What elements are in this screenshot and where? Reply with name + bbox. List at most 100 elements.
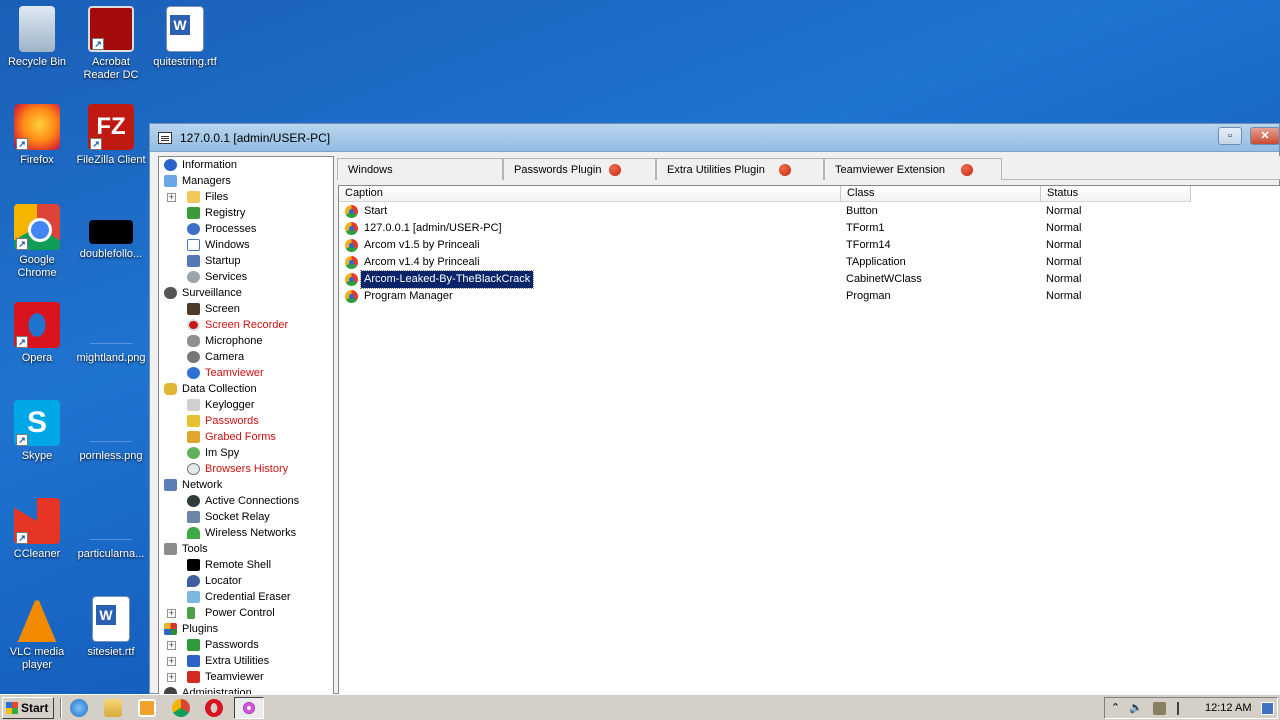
column-header-class[interactable]: Class <box>841 186 1041 202</box>
terminal-icon <box>187 559 200 571</box>
table-row[interactable]: Arcom v1.4 by Princeali TApplication Nor… <box>339 254 1280 271</box>
desktop-icon-firefox[interactable]: ↗ Firefox <box>0 104 74 167</box>
tree-item-network[interactable]: Network <box>159 477 333 493</box>
ccleaner-icon: ↗ <box>14 498 60 544</box>
window-menu-icon[interactable] <box>158 132 172 144</box>
table-row[interactable]: Program Manager Progman Normal <box>339 288 1280 305</box>
clock[interactable]: 12:12 AM <box>1205 702 1251 714</box>
expand-icon[interactable]: + <box>167 193 176 202</box>
tree-item-plugin-teamviewer[interactable]: + Teamviewer <box>159 669 333 685</box>
desktop-icon-pornless[interactable]: pornless.png <box>74 400 148 463</box>
desktop-icon-chrome[interactable]: ↗ Google Chrome <box>0 204 74 280</box>
tree-item-keylogger[interactable]: Keylogger <box>159 397 333 413</box>
tab-extra-utilities-plugin[interactable]: Extra Utilities Plugin <box>656 158 824 180</box>
tree-item-screen[interactable]: Screen <box>159 301 333 317</box>
tree-item-plugin-passwords[interactable]: + Passwords <box>159 637 333 653</box>
desktop-icon-doublefollo[interactable]: doublefollo... <box>74 204 148 261</box>
tree-item-im-spy[interactable]: Im Spy <box>159 445 333 461</box>
tab-windows[interactable]: Windows <box>337 158 503 180</box>
window-app-icon <box>345 222 358 235</box>
tree-item-registry[interactable]: Registry <box>159 205 333 221</box>
tree-item-grabed-forms[interactable]: Grabed Forms <box>159 429 333 445</box>
media-player-icon[interactable] <box>138 699 156 717</box>
tree-item-locator[interactable]: Locator <box>159 573 333 589</box>
desktop-icon-skype[interactable]: ↗ Skype <box>0 400 74 463</box>
expand-icon[interactable]: + <box>167 673 176 682</box>
green-plugin-icon <box>187 639 200 651</box>
locator-icon <box>187 575 200 587</box>
start-button[interactable]: Start <box>2 697 54 719</box>
processes-icon <box>187 223 200 235</box>
tree-item-microphone[interactable]: Microphone <box>159 333 333 349</box>
tree-item-plugins[interactable]: Plugins <box>159 621 333 637</box>
database-icon <box>164 383 177 395</box>
tree-item-surveillance[interactable]: Surveillance <box>159 285 333 301</box>
chrome-taskbar-icon[interactable] <box>172 699 190 717</box>
desktop-icon-vlc[interactable]: VLC media player <box>0 596 74 672</box>
desktop-icon-particularna[interactable]: particularna... <box>74 498 148 561</box>
tree-item-power-control[interactable]: + Power Control <box>159 605 333 621</box>
desktop-icon-sitesiet[interactable]: sitesiet.rtf <box>74 596 148 659</box>
desktop-icon-quitestring[interactable]: quitestring.rtf <box>148 6 222 69</box>
window-titlebar[interactable]: 127.0.0.1 [admin/USER-PC] ▫ ✕ <box>150 124 1280 152</box>
tree-item-services[interactable]: Services <box>159 269 333 285</box>
expand-icon[interactable]: + <box>167 641 176 650</box>
window-app-icon <box>345 273 358 286</box>
window-icon <box>187 239 200 251</box>
file-explorer-icon[interactable] <box>104 699 122 717</box>
show-desktop-icon[interactable] <box>1261 702 1274 715</box>
tree-item-socket-relay[interactable]: Socket Relay <box>159 509 333 525</box>
opera-taskbar-icon[interactable] <box>205 699 223 717</box>
tree-item-tools[interactable]: Tools <box>159 541 333 557</box>
tree-item-information[interactable]: Information <box>159 157 333 173</box>
close-button[interactable]: ✕ <box>1250 127 1280 145</box>
restore-button[interactable]: ▫ <box>1218 127 1242 145</box>
desktop-icon-recycle-bin[interactable]: Recycle Bin <box>0 6 74 69</box>
tree-item-wireless-networks[interactable]: Wireless Networks <box>159 525 333 541</box>
tree-item-plugin-extra-utilities[interactable]: + Extra Utilities <box>159 653 333 669</box>
tree-item-processes[interactable]: Processes <box>159 221 333 237</box>
tab-teamviewer-extension[interactable]: Teamviewer Extension <box>824 158 1002 180</box>
tree-item-browsers-history[interactable]: Browsers History <box>159 461 333 477</box>
globe-icon <box>187 495 200 507</box>
tree-item-passwords[interactable]: Passwords <box>159 413 333 429</box>
expand-icon[interactable]: + <box>167 657 176 666</box>
tab-passwords-plugin[interactable]: Passwords Plugin <box>503 158 656 180</box>
show-hidden-icons-icon[interactable]: ⌃ <box>1109 702 1122 715</box>
internet-explorer-icon[interactable] <box>70 699 88 717</box>
tree-item-camera[interactable]: Camera <box>159 349 333 365</box>
navigation-tree[interactable]: Information Managers + Files Registry Pro… <box>158 156 334 696</box>
speaker-icon[interactable]: 🔈 <box>1129 702 1143 715</box>
tree-item-screen-recorder[interactable]: Screen Recorder <box>159 317 333 333</box>
desktop-icon-mightland[interactable]: mightland.png <box>74 302 148 365</box>
tree-item-teamviewer[interactable]: Teamviewer <box>159 365 333 381</box>
tree-item-managers[interactable]: Managers <box>159 173 333 189</box>
desktop-icon-acrobat[interactable]: ↗ Acrobat Reader DC <box>74 6 148 82</box>
tree-item-credential-eraser[interactable]: Credential Eraser <box>159 589 333 605</box>
tree-item-remote-shell[interactable]: Remote Shell <box>159 557 333 573</box>
tree-item-startup[interactable]: Startup <box>159 253 333 269</box>
column-header-caption[interactable]: Caption <box>339 186 841 202</box>
tree-item-windows[interactable]: Windows <box>159 237 333 253</box>
arcom-taskbar-button[interactable] <box>234 697 264 719</box>
expand-icon[interactable]: + <box>167 609 176 618</box>
desktop-icon-opera[interactable]: ↗ Opera <box>0 302 74 365</box>
chrome-icon: ↗ <box>14 204 60 250</box>
plugin-status-dot-icon <box>961 164 973 176</box>
column-header-status[interactable]: Status <box>1041 186 1191 202</box>
tree-item-active-connections[interactable]: Active Connections <box>159 493 333 509</box>
tab-strip: Windows Passwords Plugin Extra Utilities… <box>337 156 1280 180</box>
table-row[interactable]: Arcom v1.5 by Princeali TForm14 Normal <box>339 237 1280 254</box>
flag-icon[interactable] <box>1177 702 1190 715</box>
table-row[interactable]: Start Button Normal <box>339 203 1280 220</box>
network-tray-icon[interactable] <box>1153 702 1166 715</box>
tree-item-data-collection[interactable]: Data Collection <box>159 381 333 397</box>
tree-item-files[interactable]: + Files <box>159 189 333 205</box>
desktop-icon-filezilla[interactable]: ↗ FileZilla Client <box>74 104 148 167</box>
table-row[interactable]: 127.0.0.1 [admin/USER-PC] TForm1 Normal <box>339 220 1280 237</box>
word-document-icon <box>92 596 130 642</box>
recycle-bin-icon <box>19 6 55 52</box>
table-row-selected[interactable]: Arcom-Leaked-By-TheBlackCrack CabinetWCl… <box>339 270 1280 289</box>
red-plugin-icon <box>187 671 200 683</box>
desktop-icon-ccleaner[interactable]: ↗ CCleaner <box>0 498 74 561</box>
